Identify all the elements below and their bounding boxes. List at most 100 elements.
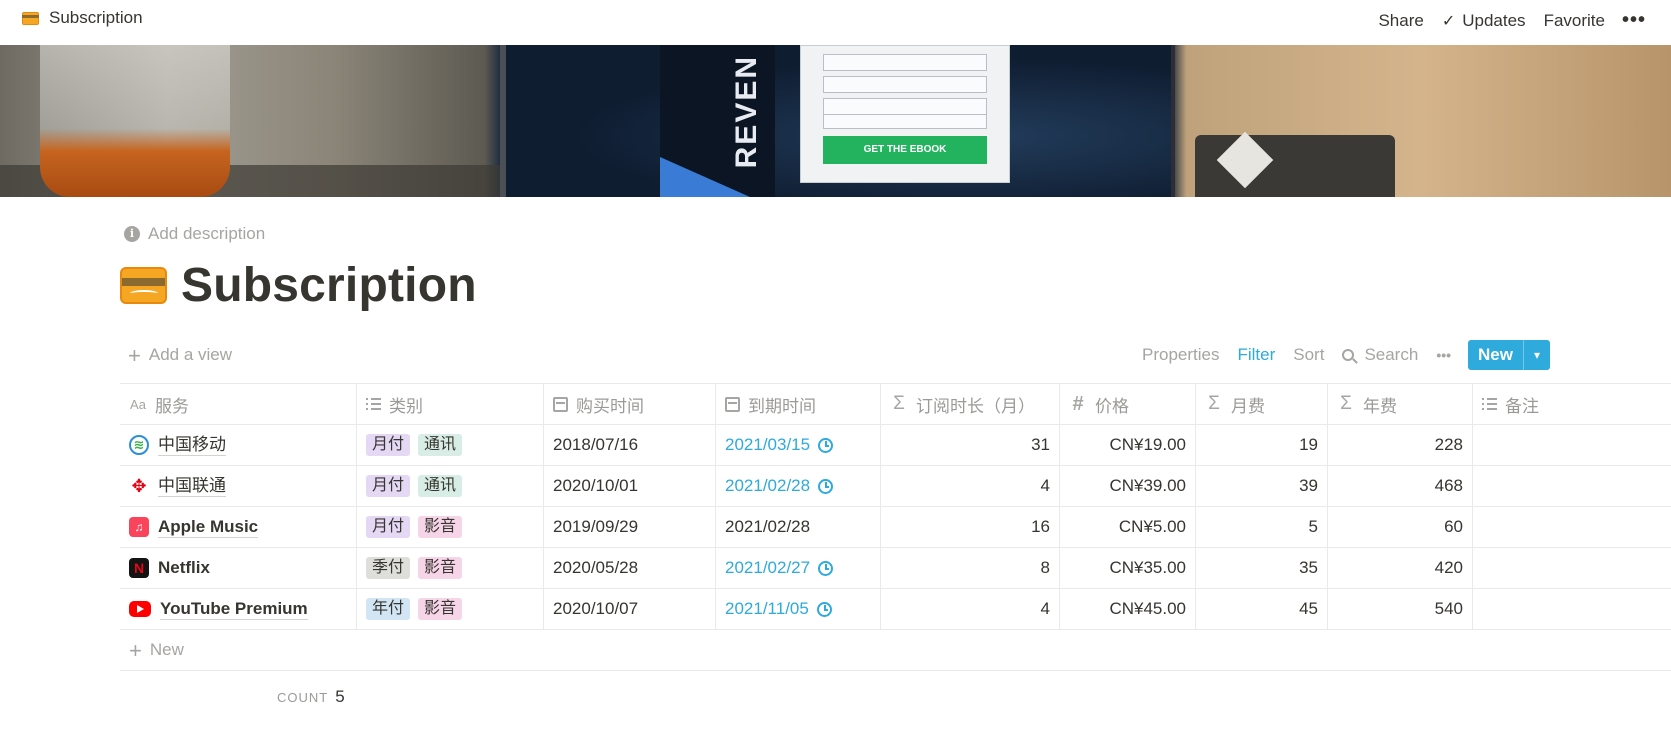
- category-cell[interactable]: 月付 通讯: [357, 466, 544, 506]
- search-button[interactable]: Search: [1333, 345, 1427, 365]
- monthly-cell[interactable]: 19: [1196, 425, 1328, 465]
- column-label: 订阅时长（月）: [916, 396, 1035, 416]
- price-cell[interactable]: CN¥39.00: [1060, 466, 1196, 506]
- expiry-date-cell[interactable]: 2021/11/05: [716, 589, 881, 629]
- service-cell[interactable]: ♫ Apple Music: [120, 507, 357, 547]
- monthly-cell[interactable]: 45: [1196, 589, 1328, 629]
- column-header-yearly[interactable]: Σ 年费: [1328, 384, 1473, 424]
- youtube-logo-icon: [129, 601, 151, 617]
- monthly-cell[interactable]: 5: [1196, 507, 1328, 547]
- add-row-button[interactable]: + New: [120, 630, 1671, 671]
- updates-button[interactable]: ✓ Updates: [1433, 11, 1535, 31]
- view-more-icon[interactable]: •••: [1427, 347, 1460, 363]
- purchase-date-cell[interactable]: 2020/10/07: [544, 589, 716, 629]
- service-name[interactable]: 中国联通: [158, 476, 226, 497]
- monthly-cell[interactable]: 39: [1196, 466, 1328, 506]
- service-cell[interactable]: N Netflix: [120, 548, 357, 588]
- add-view-label: Add a view: [148, 345, 233, 364]
- share-button[interactable]: Share: [1369, 11, 1432, 31]
- column-header-monthly[interactable]: Σ 月费: [1196, 384, 1328, 424]
- notes-cell[interactable]: [1473, 507, 1671, 547]
- add-description-button[interactable]: i Add description: [124, 224, 265, 244]
- list-icon: [1482, 398, 1497, 410]
- expiry-date: 2021/11/05: [725, 599, 809, 618]
- price-cell[interactable]: CN¥5.00: [1060, 507, 1196, 547]
- duration-cell[interactable]: 31: [881, 425, 1060, 465]
- column-label: 服务: [155, 396, 189, 416]
- service-name[interactable]: 中国移动: [158, 435, 226, 456]
- page-title[interactable]: Subscription: [181, 258, 477, 313]
- column-header-category[interactable]: 类别: [357, 384, 544, 424]
- duration-cell[interactable]: 16: [881, 507, 1060, 547]
- service-cell[interactable]: ≋ 中国移动: [120, 425, 357, 465]
- column-label: 价格: [1095, 396, 1129, 416]
- price-cell[interactable]: CN¥45.00: [1060, 589, 1196, 629]
- tag: 影音: [418, 598, 463, 620]
- purchase-date-cell[interactable]: 2020/05/28: [544, 548, 716, 588]
- service-name[interactable]: Apple Music: [158, 517, 259, 538]
- add-view-button[interactable]: + Add a view: [128, 342, 233, 368]
- yearly-cell[interactable]: 468: [1328, 466, 1473, 506]
- plus-icon: +: [129, 637, 142, 663]
- table-row[interactable]: ✥ 中国联通 月付 通讯 2020/10/01 2021/02/28 4 CN¥39…: [120, 466, 1671, 507]
- table-row[interactable]: ≋ 中国移动 月付 通讯 2018/07/16 2021/03/15 31 CN¥1…: [120, 425, 1671, 466]
- category-cell[interactable]: 月付 通讯: [357, 425, 544, 465]
- expiry-date-cell[interactable]: 2021/03/15: [716, 425, 881, 465]
- favorite-button[interactable]: Favorite: [1535, 11, 1614, 31]
- cover-jar: [40, 45, 230, 197]
- column-header-service[interactable]: Aa 服务: [120, 384, 357, 424]
- duration-cell[interactable]: 4: [881, 589, 1060, 629]
- column-header-purchase-date[interactable]: 购买时间: [544, 384, 716, 424]
- table-row[interactable]: N Netflix 季付 影音 2020/05/28 2021/02/27 8 CN…: [120, 548, 1671, 589]
- column-header-duration[interactable]: Σ 订阅时长（月）: [881, 384, 1060, 424]
- duration-cell[interactable]: 8: [881, 548, 1060, 588]
- cover-banner-word: REVEN: [730, 55, 763, 169]
- tag: 通讯: [418, 475, 463, 497]
- more-options-icon[interactable]: •••: [1614, 9, 1655, 32]
- purchase-date-cell[interactable]: 2020/10/01: [544, 466, 716, 506]
- expiry-date-cell[interactable]: 2021/02/27: [716, 548, 881, 588]
- service-name[interactable]: Netflix: [158, 558, 210, 578]
- price-cell[interactable]: CN¥19.00: [1060, 425, 1196, 465]
- yearly-cell[interactable]: 420: [1328, 548, 1473, 588]
- yearly-cell[interactable]: 228: [1328, 425, 1473, 465]
- category-cell[interactable]: 月付 影音: [357, 507, 544, 547]
- apple-music-logo-icon: ♫: [129, 517, 149, 537]
- service-name[interactable]: YouTube Premium: [160, 599, 308, 620]
- service-cell[interactable]: YouTube Premium: [120, 589, 357, 629]
- category-cell[interactable]: 年付 影音: [357, 589, 544, 629]
- notes-cell[interactable]: [1473, 425, 1671, 465]
- notes-cell[interactable]: [1473, 466, 1671, 506]
- sort-button[interactable]: Sort: [1284, 345, 1333, 365]
- add-description-label: Add description: [148, 224, 266, 243]
- chevron-down-icon[interactable]: ▾: [1523, 340, 1550, 370]
- breadcrumb[interactable]: Subscription: [22, 8, 143, 28]
- search-icon: [1342, 349, 1355, 361]
- yearly-cell[interactable]: 540: [1328, 589, 1473, 629]
- table-row[interactable]: YouTube Premium 年付 影音 2020/10/07 2021/11/…: [120, 589, 1671, 630]
- service-cell[interactable]: ✥ 中国联通: [120, 466, 357, 506]
- updates-label: Updates: [1462, 10, 1526, 30]
- credit-card-icon[interactable]: [120, 267, 167, 304]
- column-header-price[interactable]: # 价格: [1060, 384, 1196, 424]
- filter-button[interactable]: Filter: [1228, 345, 1284, 365]
- notes-cell[interactable]: [1473, 548, 1671, 588]
- plus-icon: +: [128, 342, 141, 368]
- expiry-date: 2021/02/28: [725, 476, 811, 495]
- column-header-expiry-date[interactable]: 到期时间: [716, 384, 881, 424]
- yearly-cell[interactable]: 60: [1328, 507, 1473, 547]
- price-cell[interactable]: CN¥35.00: [1060, 548, 1196, 588]
- table-row[interactable]: ♫ Apple Music 月付 影音 2019/09/29 2021/02/28 …: [120, 507, 1671, 548]
- expiry-date-cell[interactable]: 2021/02/28: [716, 507, 881, 547]
- expiry-date-cell[interactable]: 2021/02/28: [716, 466, 881, 506]
- purchase-date-cell[interactable]: 2019/09/29: [544, 507, 716, 547]
- column-header-notes[interactable]: 备注: [1473, 384, 1671, 424]
- category-cell[interactable]: 季付 影音: [357, 548, 544, 588]
- notes-cell[interactable]: [1473, 589, 1671, 629]
- count-aggregate[interactable]: COUNT 5: [277, 687, 345, 707]
- new-button[interactable]: New ▾: [1468, 340, 1550, 370]
- duration-cell[interactable]: 4: [881, 466, 1060, 506]
- properties-button[interactable]: Properties: [1133, 345, 1228, 365]
- monthly-cell[interactable]: 35: [1196, 548, 1328, 588]
- purchase-date-cell[interactable]: 2018/07/16: [544, 425, 716, 465]
